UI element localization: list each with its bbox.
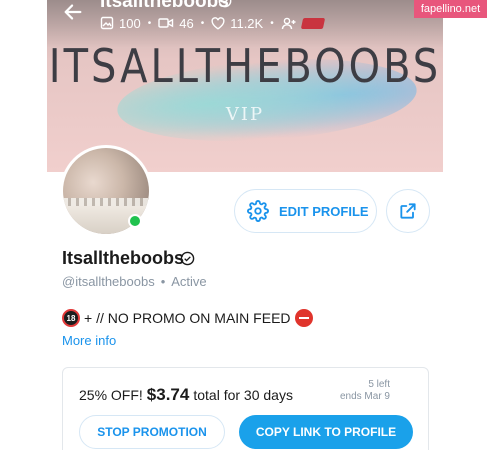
promotion-text: 25% OFF! $3.74 total for 30 days — [79, 385, 293, 405]
videos-count: 46 — [179, 15, 194, 31]
header-username: Itsalltheboobs — [100, 0, 229, 12]
promotion-period: total for 30 days — [193, 387, 293, 403]
edit-profile-label: EDIT PROFILE — [279, 203, 369, 219]
cover-subtitle: VIP — [225, 104, 265, 125]
cover-title: ITSALLTHEBOOBS — [48, 40, 442, 94]
censored-count — [300, 17, 325, 29]
no-entry-icon — [294, 309, 313, 327]
promotion-price: $3.74 — [146, 385, 190, 404]
promotion-discount: 25% OFF! — [79, 387, 143, 403]
adults-only-icon: 18 — [62, 309, 80, 327]
promotion-remaining: 5 left — [368, 379, 390, 390]
likes-icon — [211, 16, 225, 30]
stop-promotion-button[interactable]: STOP PROMOTION — [79, 415, 225, 449]
bio: 18 + // NO PROMO ON MAIN FEED — [62, 309, 313, 327]
copy-link-button[interactable]: COPY LINK TO PROFILE — [239, 415, 413, 449]
promotion-card: 25% OFF! $3.74 total for 30 days 5 left … — [62, 367, 429, 450]
promotion-meta: 5 left ends Mar 9 — [340, 379, 390, 403]
watermark: fapellino.net — [414, 0, 487, 18]
edit-profile-button[interactable]: EDIT PROFILE — [234, 189, 377, 233]
likes-count: 11.2K — [230, 15, 264, 31]
profile-stats: 100 • 46 • 11.2K • — [100, 14, 325, 32]
share-icon — [400, 203, 416, 219]
photos-count: 100 — [119, 15, 141, 31]
verified-icon — [218, 0, 232, 8]
online-status-indicator — [128, 214, 142, 228]
display-name: Itsalltheboobs — [62, 248, 185, 268]
promotion-ends: ends Mar 9 — [339, 391, 390, 402]
handle: @itsalltheboobs — [62, 274, 155, 289]
more-info-link[interactable]: More info — [62, 333, 116, 348]
activity-status: Active — [171, 274, 207, 289]
photos-icon — [100, 16, 114, 30]
handle-row: @itsalltheboobs • Active — [62, 274, 207, 289]
back-arrow-icon[interactable] — [62, 1, 84, 23]
gear-icon — [247, 200, 269, 222]
share-profile-button[interactable] — [386, 189, 430, 233]
subscribers-icon — [281, 17, 296, 29]
verified-icon — [180, 251, 195, 266]
bio-text: + // NO PROMO ON MAIN FEED — [84, 310, 291, 326]
videos-icon — [158, 18, 174, 28]
